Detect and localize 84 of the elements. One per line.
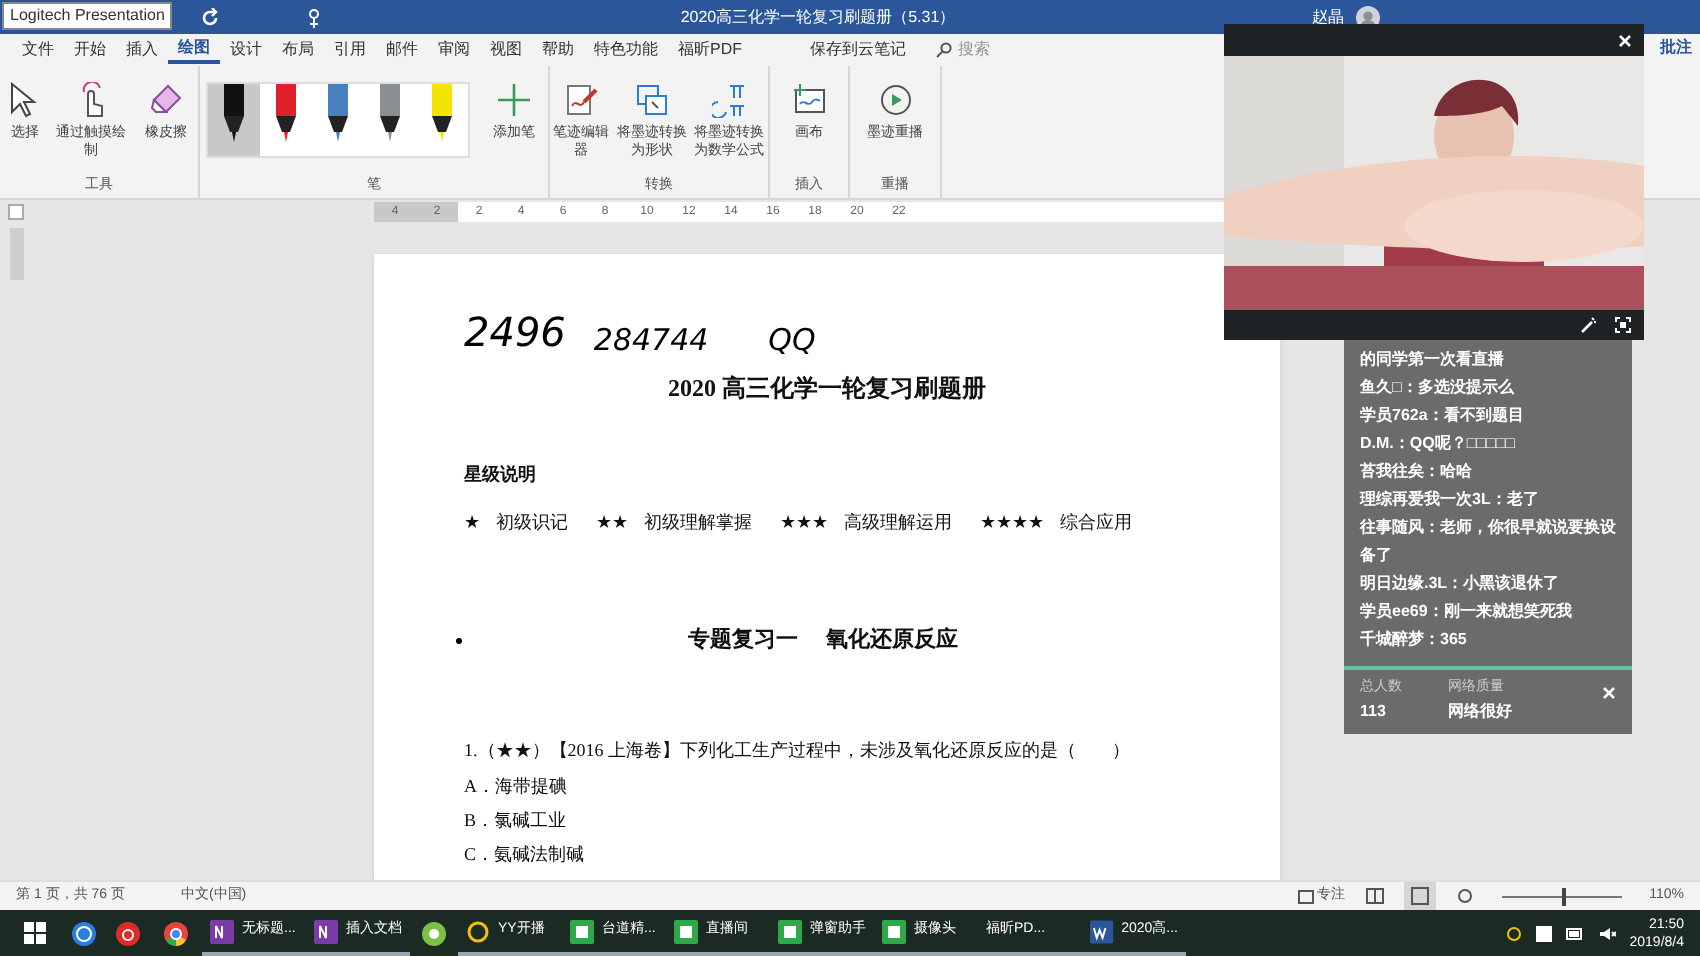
chat-message: 千城醉梦：365 xyxy=(1360,628,1469,652)
level-description: 综合应用 xyxy=(1060,509,1132,535)
fullscreen-icon[interactable] xyxy=(1614,316,1632,334)
comment-button[interactable]: 批注 xyxy=(1656,36,1696,60)
menu-tab[interactable]: 布局 xyxy=(272,36,324,64)
menu-tab[interactable]: 视图 xyxy=(480,36,532,64)
k-app-icon xyxy=(72,921,96,945)
star-level: ★ xyxy=(464,509,480,535)
magic-wand-icon[interactable] xyxy=(1580,316,1598,334)
zoom-thumb[interactable] xyxy=(1561,887,1566,905)
round-app-icon xyxy=(422,921,446,945)
answer-option: C．氨碱法制碱 xyxy=(464,842,1220,866)
level-description: 高级理解运用 xyxy=(844,509,952,535)
start-icon xyxy=(23,922,45,944)
menu-tab[interactable]: 福昕PDF xyxy=(668,36,752,64)
viewer-count: 113 xyxy=(1360,699,1388,723)
web-layout-icon[interactable] xyxy=(1455,888,1474,904)
question-text: 1.（★★）【2016 上海卷】下列化工生产过程中，未涉及氧化还原反应的是（ ） xyxy=(464,737,1132,763)
chat-message: D.M.：QQ呢？□□□□□ xyxy=(1360,432,1517,456)
ink-to-math-icon xyxy=(711,82,748,118)
replay-icon xyxy=(877,82,913,118)
level-description: 初级识记 xyxy=(496,509,568,535)
handwriting: 284744 xyxy=(593,319,709,361)
menu-tab[interactable]: 文件 xyxy=(12,36,64,64)
search-field[interactable]: 搜索 xyxy=(958,38,1078,62)
star-level: ★★ xyxy=(596,509,628,535)
music-app-icon xyxy=(116,921,140,945)
search-icon[interactable] xyxy=(936,42,952,58)
menu-tab[interactable]: 特色功能 xyxy=(584,36,668,64)
handwriting: 2496 xyxy=(464,306,566,360)
ink-to-shape-icon xyxy=(633,82,670,118)
chrome-icon xyxy=(164,921,188,945)
document-app-icon xyxy=(570,919,594,943)
canvas-icon xyxy=(791,82,827,118)
chat-message: 的同学第一次看直播 xyxy=(1360,348,1506,372)
menu-tab[interactable]: 插入 xyxy=(116,36,168,64)
chat-message: 明日边缘.3L：小黑该退休了 xyxy=(1360,572,1562,596)
print-layout-icon[interactable] xyxy=(1403,882,1436,910)
document-title: 2020 高三化学一轮复习刷题册 xyxy=(666,372,988,406)
handwriting: QQ xyxy=(768,319,816,361)
ring-icon[interactable] xyxy=(1505,925,1522,941)
add-pen-icon xyxy=(496,82,532,118)
legend-heading: 星级说明 xyxy=(464,462,538,488)
star-level: ★★★ xyxy=(780,509,828,535)
document-app-icon xyxy=(778,919,802,943)
menu-tab[interactable]: 帮助 xyxy=(532,36,584,64)
menu-tab[interactable]: 审阅 xyxy=(428,36,480,64)
bullet xyxy=(456,637,462,644)
select-icon xyxy=(8,82,41,118)
onenote-icon xyxy=(210,919,234,943)
document-app-icon xyxy=(674,919,698,943)
menu-tab[interactable]: 引用 xyxy=(324,36,376,64)
menu-tab[interactable]: 开始 xyxy=(64,36,116,64)
chat-message: 理综再爱我一次3L：老了 xyxy=(1360,488,1541,512)
document-app-icon xyxy=(882,919,906,943)
eraser-icon xyxy=(147,82,184,118)
chat-message: 鱼久□：多选没提示么 xyxy=(1360,376,1516,400)
onenote-icon xyxy=(314,919,338,943)
section-heading: 专题复习一 氧化还原反应 xyxy=(688,625,958,656)
network-status: 网络很好 xyxy=(1448,699,1512,723)
word-icon xyxy=(1090,919,1114,943)
pen-button[interactable] xyxy=(208,84,260,156)
level-description: 初级理解掌握 xyxy=(644,509,752,535)
read-mode-icon[interactable] xyxy=(1365,888,1384,904)
focus-icon xyxy=(1297,889,1314,903)
user-name: 赵晶 xyxy=(1312,5,1344,29)
undo-icon[interactable] xyxy=(200,7,220,27)
battery-icon[interactable] xyxy=(1565,927,1584,939)
answer-option: B．氯碱工业 xyxy=(464,808,1220,832)
tooltip: Logitech Presentation xyxy=(2,2,173,30)
window-title: 2020高三化学一轮复习刷题册（5.31） xyxy=(678,5,958,29)
yy-icon xyxy=(466,919,490,943)
ink-editor-icon xyxy=(563,82,600,118)
answer-option: A．海带提碘 xyxy=(464,774,1220,798)
close-icon[interactable] xyxy=(1618,33,1632,47)
chat-message: 学员762a：看不到题目 xyxy=(1360,404,1526,428)
chat-message: 往事随风：老师，你很早就说要换设备了 xyxy=(1360,516,1616,568)
menu-tab[interactable]: 保存到云笔记 xyxy=(800,36,916,64)
chat-message: 学员ee69：刚一来就想笑死我 xyxy=(1360,600,1574,624)
chat-message: 苔我往矣：哈哈 xyxy=(1360,460,1474,484)
menu-tab[interactable]: 邮件 xyxy=(376,36,428,64)
menu-tab[interactable]: 设计 xyxy=(220,36,272,64)
star-level: ★★★★ xyxy=(980,509,1044,535)
speaker-muted-icon[interactable] xyxy=(1597,925,1616,941)
